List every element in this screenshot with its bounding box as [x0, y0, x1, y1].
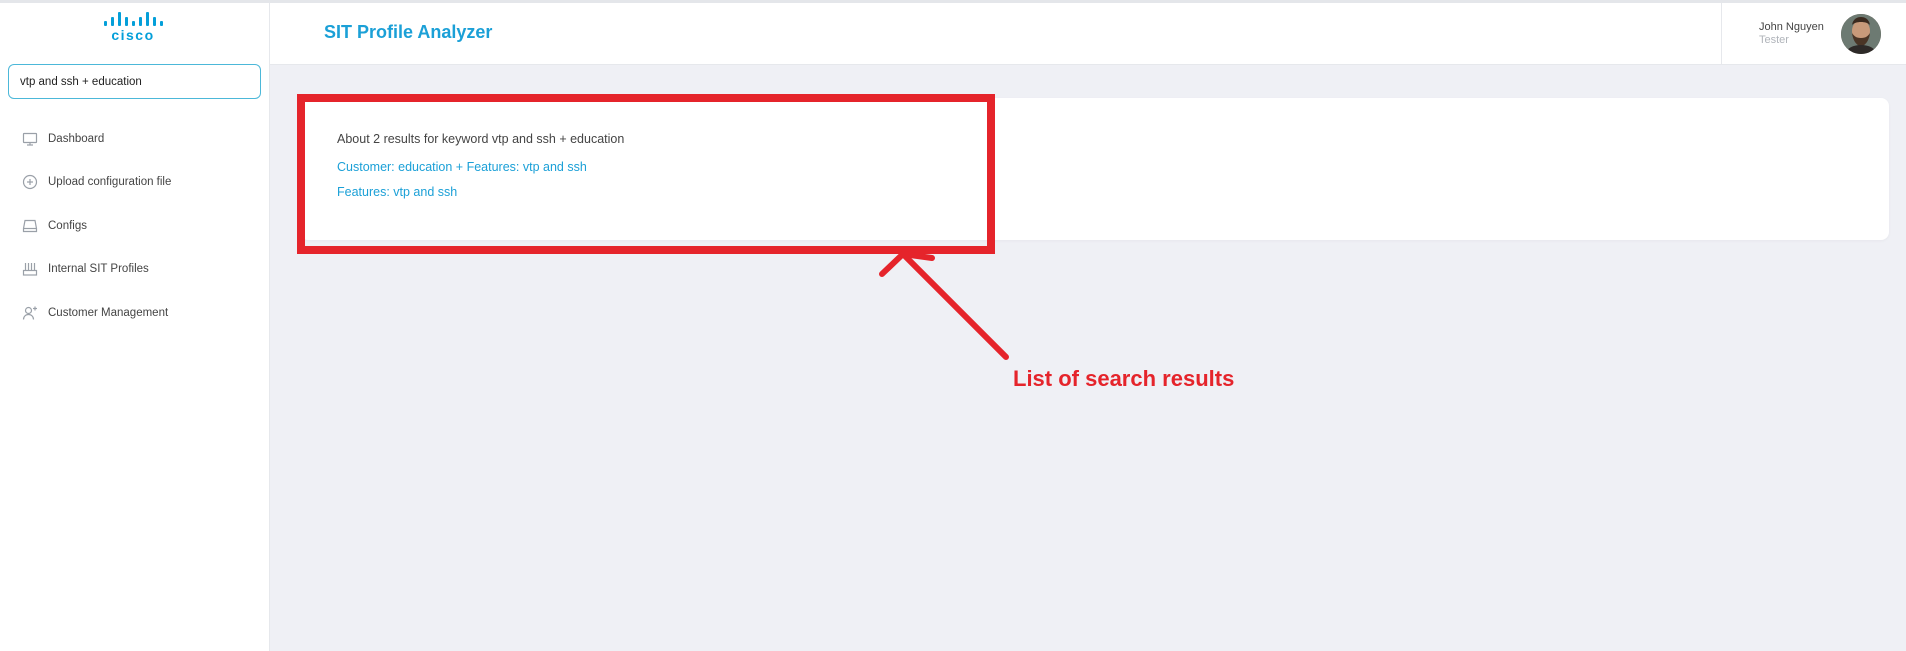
annotation-label: List of search results [1013, 366, 1235, 391]
sidebar-item-internal-sit-profiles[interactable]: Internal SIT Profiles [0, 248, 270, 292]
user-name[interactable]: John Nguyen [1759, 21, 1824, 33]
header-divider [1721, 3, 1722, 65]
annotation-box [297, 94, 995, 254]
sidebar-item-label: Dashboard [48, 132, 105, 145]
app-title[interactable]: SIT Profile Analyzer [324, 22, 492, 43]
sidebar-item-label: Internal SIT Profiles [48, 263, 149, 276]
add-user-icon [22, 305, 38, 321]
cisco-logo-bars [101, 12, 165, 26]
top-header: SIT Profile Analyzer John Nguyen Tester [270, 3, 1906, 65]
monitor-icon [22, 131, 38, 147]
sidebar-item-upload[interactable]: Upload configuration file [0, 161, 270, 205]
search-input[interactable] [8, 64, 261, 99]
sidebar-item-configs[interactable]: Configs [0, 204, 270, 248]
sidebar-item-label: Upload configuration file [48, 176, 172, 189]
user-role: Tester [1759, 34, 1789, 46]
router-icon [22, 261, 38, 277]
sidebar-item-customer-management[interactable]: Customer Management [0, 291, 270, 335]
sidebar-item-dashboard[interactable]: Dashboard [0, 117, 270, 161]
cisco-logo[interactable]: cisco [101, 12, 165, 46]
cisco-logo-text: cisco [111, 27, 155, 43]
sidebar-nav: Dashboard Upload configuration file Conf… [0, 117, 270, 335]
sidebar-item-label: Customer Management [48, 306, 169, 319]
sidebar-item-label: Configs [48, 219, 87, 232]
drive-icon [22, 218, 38, 234]
plus-circle-icon [22, 174, 38, 190]
avatar-portrait [1841, 14, 1881, 54]
avatar[interactable] [1841, 14, 1881, 54]
sidebar: cisco Dashboard Upload configuration fil… [0, 3, 270, 651]
